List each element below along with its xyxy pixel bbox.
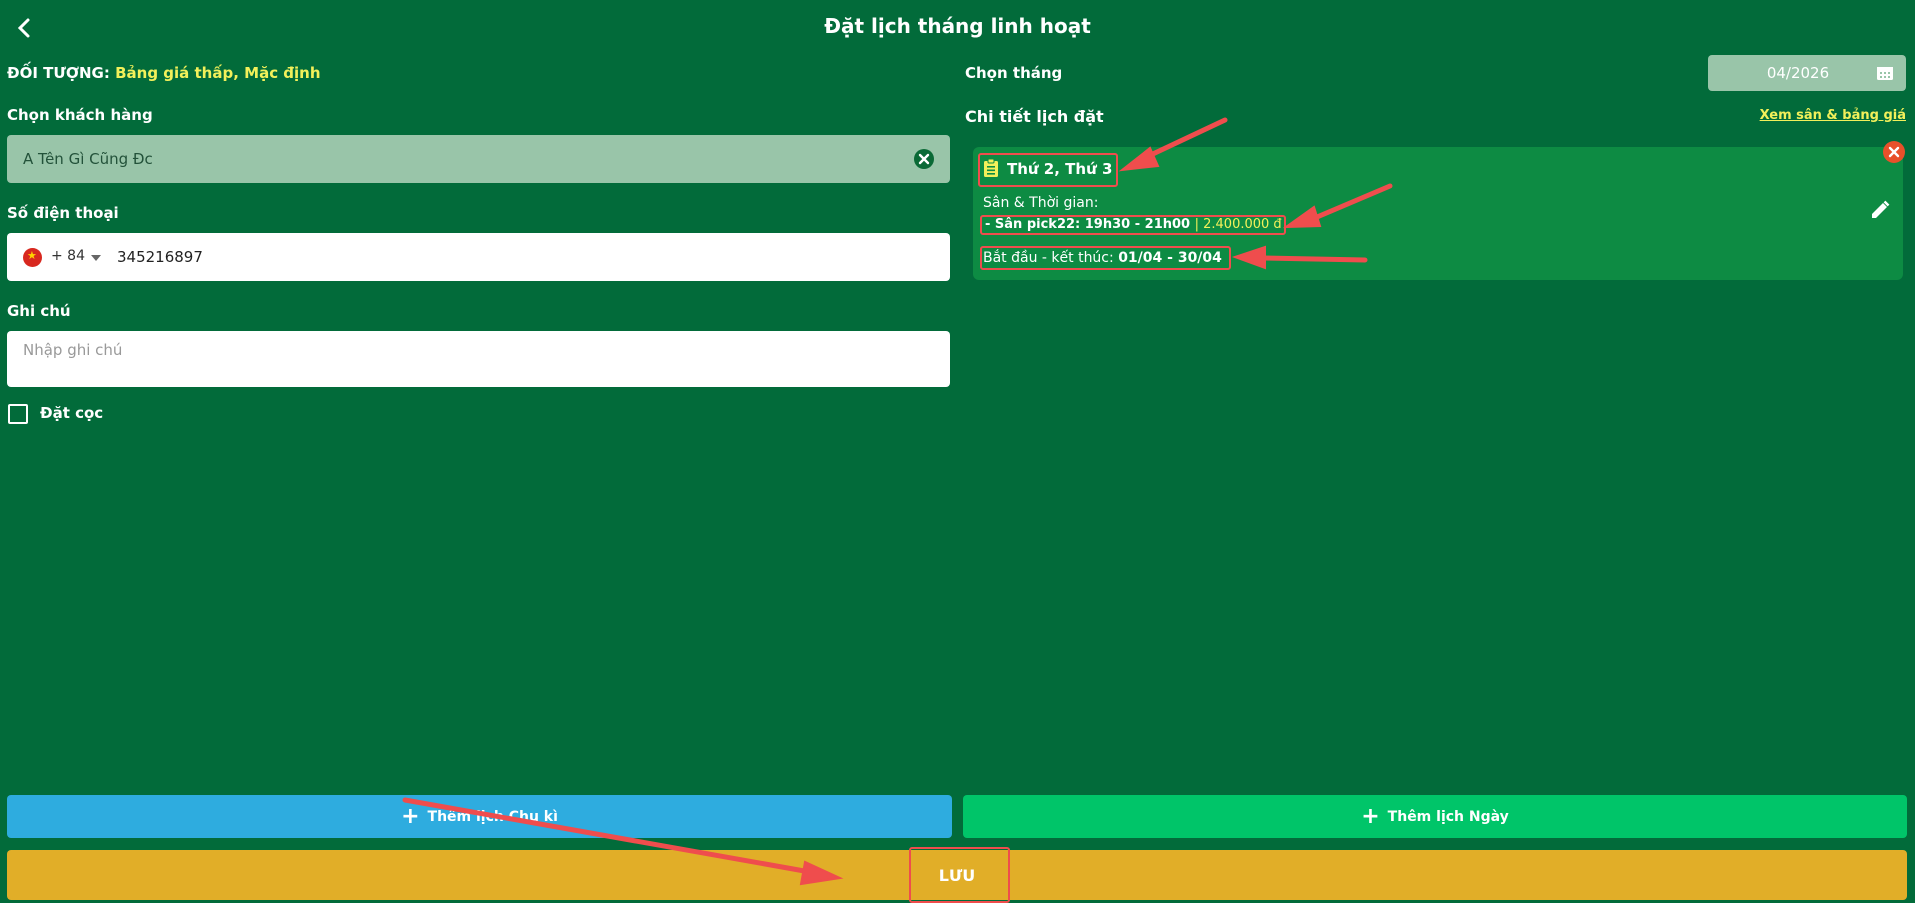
- deposit-label[interactable]: Đặt cọc: [40, 404, 103, 422]
- customer-value: A Tên Gì Cũng Đc: [23, 150, 153, 168]
- clear-icon[interactable]: [914, 149, 934, 169]
- audience-info: ĐỐI TƯỢNG: Bảng giá thấp, Mặc định: [7, 64, 321, 82]
- vietnam-flag-icon[interactable]: [23, 248, 42, 267]
- audience-value: Bảng giá thấp, Mặc định: [115, 64, 321, 82]
- range-value: 01/04 - 30/04: [1118, 250, 1222, 266]
- deposit-checkbox[interactable]: [8, 404, 28, 424]
- view-courts-link[interactable]: Xem sân & bảng giá: [1760, 108, 1906, 123]
- date-range: Bắt đầu - kết thúc: 01/04 - 30/04: [983, 250, 1222, 266]
- court-price: | 2.400.000 đ: [1194, 217, 1282, 232]
- phone-field[interactable]: + 84 345216897: [7, 233, 950, 281]
- note-placeholder: Nhập ghi chú: [23, 341, 123, 359]
- range-label: Bắt đầu - kết thúc:: [983, 250, 1114, 266]
- audience-label: ĐỐI TƯỢNG:: [7, 64, 110, 82]
- remove-booking-icon[interactable]: [1883, 141, 1905, 163]
- note-label: Ghi chú: [7, 302, 71, 320]
- court-time-label: Sân & Thời gian:: [983, 195, 1099, 211]
- add-day-schedule-button[interactable]: + Thêm lịch Ngày: [963, 795, 1907, 838]
- add-day-label: Thêm lịch Ngày: [1387, 808, 1509, 825]
- month-picker[interactable]: 04/2026: [1708, 55, 1906, 91]
- country-code[interactable]: + 84: [51, 248, 85, 264]
- add-cycle-schedule-button[interactable]: + Thêm lịch Chu kì: [7, 795, 952, 838]
- booking-details-label: Chi tiết lịch đặt: [965, 107, 1104, 126]
- customer-select[interactable]: A Tên Gì Cũng Đc: [7, 135, 950, 183]
- save-highlight: [909, 847, 1010, 903]
- court-time-line: - Sân pick22: 19h30 - 21h00 | 2.400.000 …: [985, 217, 1282, 232]
- edit-icon[interactable]: [1869, 199, 1891, 221]
- court-time-value: - Sân pick22: 19h30 - 21h00: [985, 217, 1191, 232]
- clipboard-icon: [984, 158, 998, 177]
- booking-card: Thứ 2, Thứ 3 Sân & Thời gian: - Sân pick…: [973, 147, 1903, 280]
- note-input[interactable]: Nhập ghi chú: [7, 331, 950, 387]
- plus-icon: +: [401, 803, 420, 829]
- add-cycle-label: Thêm lịch Chu kì: [427, 808, 558, 825]
- booking-days: Thứ 2, Thứ 3: [1007, 160, 1113, 178]
- month-label: Chọn tháng: [965, 64, 1063, 82]
- customer-label: Chọn khách hàng: [7, 106, 153, 124]
- calendar-icon: [1877, 67, 1893, 80]
- plus-icon: +: [1361, 803, 1380, 829]
- page-title: Đặt lịch tháng linh hoạt: [824, 14, 1091, 38]
- phone-input[interactable]: 345216897: [117, 248, 203, 266]
- phone-label: Số điện thoại: [7, 204, 119, 222]
- chevron-down-icon[interactable]: [91, 255, 101, 261]
- month-value: 04/2026: [1766, 64, 1830, 82]
